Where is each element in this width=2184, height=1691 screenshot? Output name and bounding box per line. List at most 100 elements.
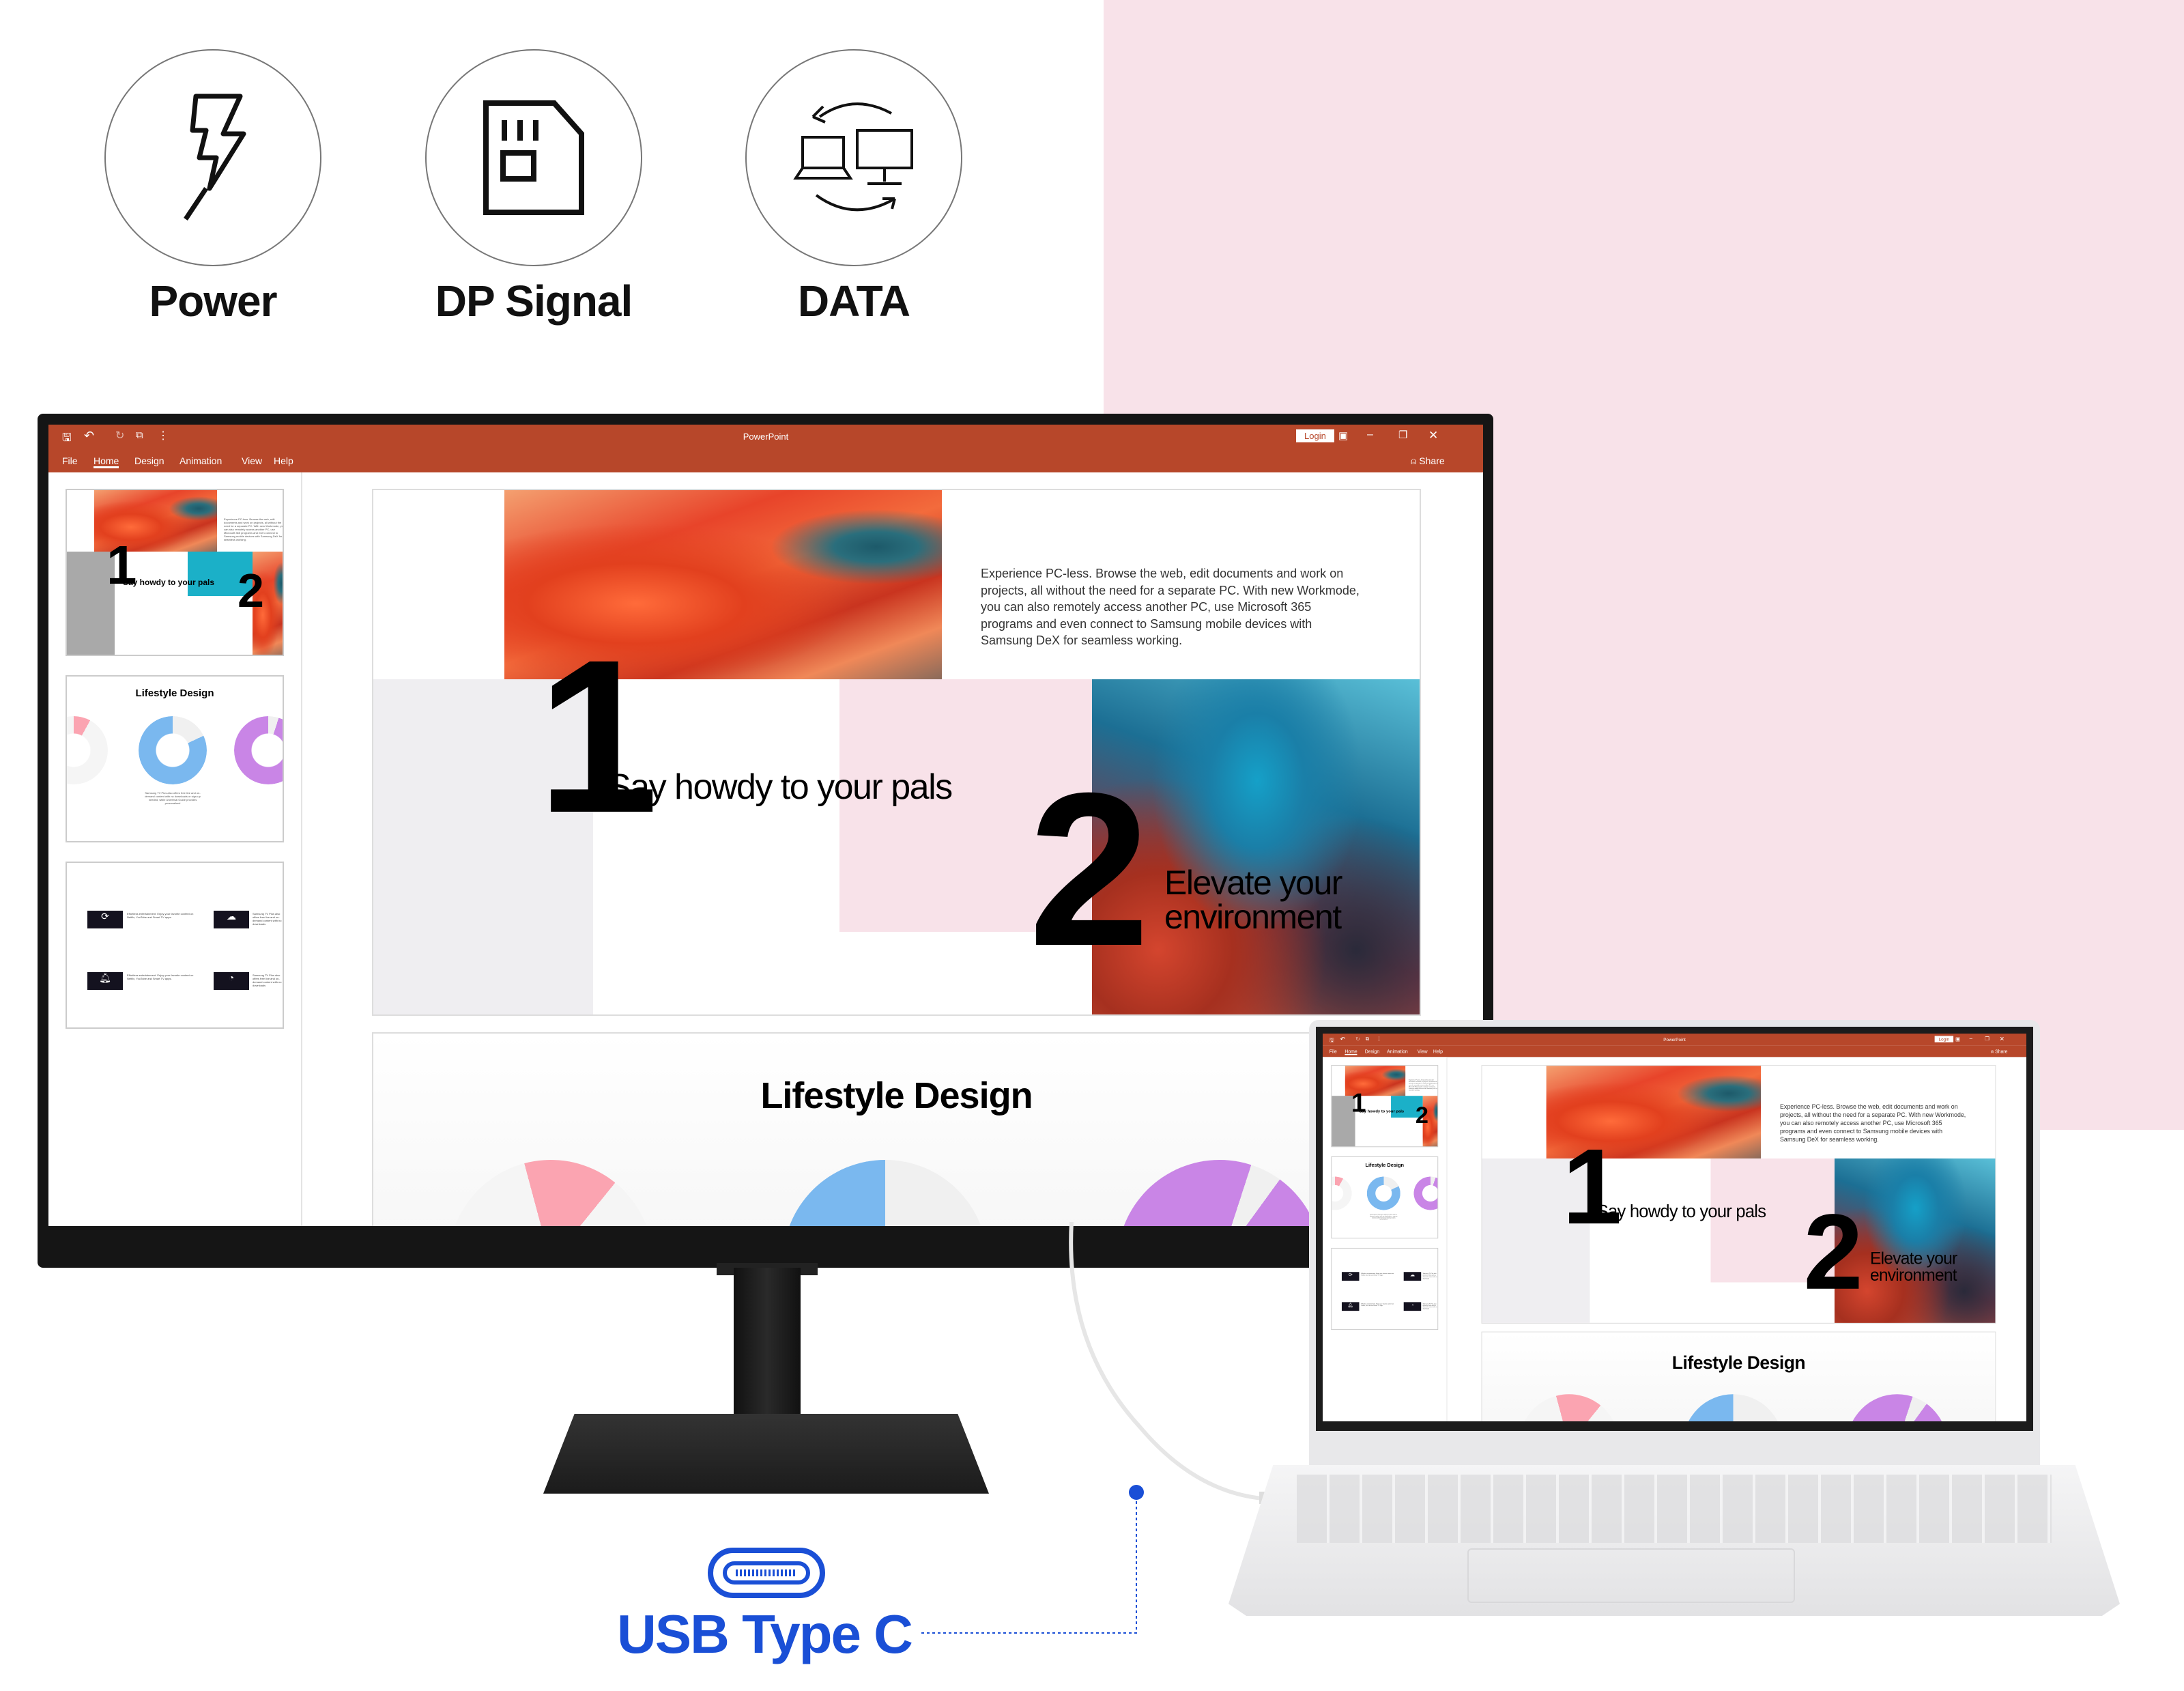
close-button[interactable]: ✕ [2000, 1036, 2005, 1042]
tab-home[interactable]: Home [94, 455, 119, 468]
slide-body-text: Experience PC-less. Browse the web, edit… [1780, 1103, 1966, 1143]
thumb-body: Experience PC-less. Browse the web, edit… [224, 517, 284, 541]
feature-label: DP Signal [435, 276, 633, 326]
current-slide[interactable]: Experience PC-less. Browse the web, edit… [372, 489, 1421, 1016]
gauge-icon: ◔ [214, 972, 249, 990]
app-title: PowerPoint [1663, 1036, 1686, 1042]
slide-title: Lifestyle Design [1671, 1352, 1806, 1373]
share-label: Share [1995, 1049, 2008, 1054]
slide-number-1: 1 [537, 614, 659, 858]
cloud-icon: ☁ [1403, 1272, 1422, 1281]
thumb-text: Samsung TV Plus also offers free live an… [253, 974, 282, 987]
thumb-title: Lifestyle Design [1365, 1162, 1404, 1169]
monitor-screen: 🖫 ↶ ↻ ⧉ ⋮ PowerPoint Login ▣ – ❐ ✕ File … [48, 425, 1483, 1226]
slide-heading-2: Elevate your environment [1870, 1250, 1957, 1283]
minimize-button[interactable]: – [1367, 429, 1373, 441]
ribbon-tabs: File Home Design Animation View Help ⍝ S… [48, 449, 1483, 472]
slide-number-2: 2 [1029, 747, 1150, 991]
title-bar: 🖫 ↶ ↻ ⧉ ⋮ PowerPoint Login ▣ – ❐ ✕ [48, 425, 1483, 449]
share-label: Share [1419, 455, 1445, 466]
title-bar: 🖫 ↶ ↻ ⧉ ⋮ PowerPoint Login ▣ – ❐ ✕ [1323, 1034, 2026, 1046]
slide-heading-1: Say howdy to your pals [1596, 1202, 1766, 1221]
heading-line: environment [1869, 1265, 1957, 1285]
gauge-icon: ◔ [1403, 1302, 1422, 1311]
feature-label: Power [149, 276, 277, 326]
tab-file[interactable]: File [62, 455, 78, 466]
share-button[interactable]: ⍝ Share [1411, 455, 1445, 467]
donut-chart-purple [1847, 1394, 1948, 1421]
donut-chart-blue [1682, 1394, 1783, 1421]
slide-thumbnail-3[interactable]: ⟳ ☁ 🔔︎ ◔ Effortless entertainment. Enjoy… [1331, 1247, 1439, 1331]
slide-thumbnail-1[interactable]: 1 Say howdy to your pals 2 Experience PC… [1331, 1065, 1439, 1148]
feature-data: DATA [745, 49, 963, 326]
ribbon-display-icon[interactable]: ▣ [1955, 1036, 1960, 1042]
thumb-text: Effortless entertainment. Enjoy your fav… [1361, 1273, 1394, 1277]
play-icon: ⟳ [87, 911, 123, 928]
donut-chart-purple [1117, 1160, 1322, 1226]
usb-c-port-icon [708, 1548, 825, 1598]
tab-design[interactable]: Design [1365, 1049, 1379, 1054]
slide-thumbnails-panel: 1 Say howdy to your pals 2 Experience PC… [48, 472, 302, 1226]
bell-icon: 🔔︎ [1341, 1302, 1360, 1311]
lightning-bolt-icon [104, 49, 321, 266]
thumb-number: 2 [238, 564, 264, 617]
usb-type-c-label: USB Type C [617, 1604, 913, 1664]
restore-button[interactable]: ❐ [1398, 429, 1407, 441]
next-slide[interactable]: Lifestyle Design [372, 1032, 1421, 1226]
thumb-number: 2 [1415, 1102, 1428, 1128]
cloud-icon: ☁ [214, 911, 249, 928]
slide-body-text: Experience PC-less. Browse the web, edit… [981, 567, 1360, 647]
ribbon-display-icon[interactable]: ▣ [1338, 429, 1348, 442]
thumb-heading: Say howdy to your pals [1359, 1108, 1405, 1113]
laptop-trackpad [1467, 1548, 1795, 1603]
tab-view[interactable]: View [242, 455, 262, 466]
close-button[interactable]: ✕ [1428, 429, 1438, 442]
feature-dp-signal: DP Signal [425, 49, 643, 326]
donut-chart-blue [783, 1160, 988, 1226]
person-icon: ⍝ [1411, 455, 1420, 466]
thumb-text: Effortless entertainment. Enjoy your fav… [127, 912, 194, 919]
tab-home[interactable]: Home [1345, 1049, 1357, 1055]
current-slide[interactable]: Experience PC-less. Browse the web, edit… [1481, 1065, 1996, 1324]
play-icon: ⟳ [1341, 1272, 1360, 1281]
tab-help[interactable]: Help [274, 455, 293, 466]
thumb-body: Experience PC-less. Browse the web, edit… [1409, 1079, 1439, 1091]
heading-line: Elevate your [1869, 1249, 1957, 1268]
login-button[interactable]: Login [1934, 1036, 1954, 1042]
slide-thumbnail-2[interactable]: Lifestyle Design Samsung TV Plus also of… [66, 675, 284, 842]
tab-help[interactable]: Help [1433, 1049, 1443, 1054]
app-title: PowerPoint [743, 431, 789, 442]
tab-animation[interactable]: Animation [179, 455, 222, 466]
tab-file[interactable]: File [1330, 1049, 1337, 1054]
thumb-text: Effortless entertainment. Enjoy your fav… [127, 974, 194, 980]
restore-button[interactable]: ❐ [1985, 1036, 1989, 1041]
thumb-caption: Samsung TV Plus also offers free live an… [1370, 1213, 1398, 1221]
slide-heading-1: Say howdy to your pals [607, 767, 953, 807]
slide-thumbnail-3[interactable]: ⟳ ☁ 🔔︎ ◔ Effortless entertainment. Enjoy… [66, 862, 284, 1029]
login-button[interactable]: Login [1296, 429, 1334, 442]
displayport-icon [425, 49, 642, 266]
tab-view[interactable]: View [1418, 1049, 1428, 1054]
thumb-text: Samsung TV Plus also offers free live an… [1422, 1273, 1437, 1280]
share-button[interactable]: ⍝ Share [1991, 1049, 2007, 1054]
powerpoint-window: 🖫 ↶ ↻ ⧉ ⋮ PowerPoint Login ▣ – ❐ ✕ File … [48, 425, 1483, 1226]
bell-icon: 🔔︎ [87, 972, 123, 990]
slide-title: Lifestyle Design [760, 1075, 1033, 1116]
feature-power: Power [104, 49, 322, 326]
slide-heading-2: Elevate your environment [1164, 866, 1342, 934]
heading-line: Elevate your [1164, 864, 1342, 902]
tab-design[interactable]: Design [134, 455, 164, 466]
slide-thumbnail-2[interactable]: Lifestyle Design Samsung TV Plus also of… [1331, 1156, 1439, 1239]
next-slide[interactable]: Lifestyle Design [1481, 1331, 1996, 1421]
thumb-text: Samsung TV Plus also offers free live an… [1422, 1303, 1437, 1310]
ribbon-tabs: File Home Design Animation View Help ⍝ S… [1323, 1045, 2026, 1057]
minimize-button[interactable]: – [1970, 1036, 1972, 1042]
laptop-keyboard [1297, 1475, 2052, 1543]
heading-line: environment [1164, 898, 1342, 936]
slide-thumbnail-1[interactable]: 1 Say howdy to your pals 2 Experience PC… [66, 489, 284, 656]
thumb-caption: Samsung TV Plus also offers free live an… [145, 791, 201, 805]
tab-animation[interactable]: Animation [1387, 1049, 1408, 1054]
thumb-text: Effortless entertainment. Enjoy your fav… [1361, 1303, 1394, 1307]
donut-chart-pink [425, 1137, 676, 1226]
slide-number-1: 1 [1562, 1126, 1622, 1247]
